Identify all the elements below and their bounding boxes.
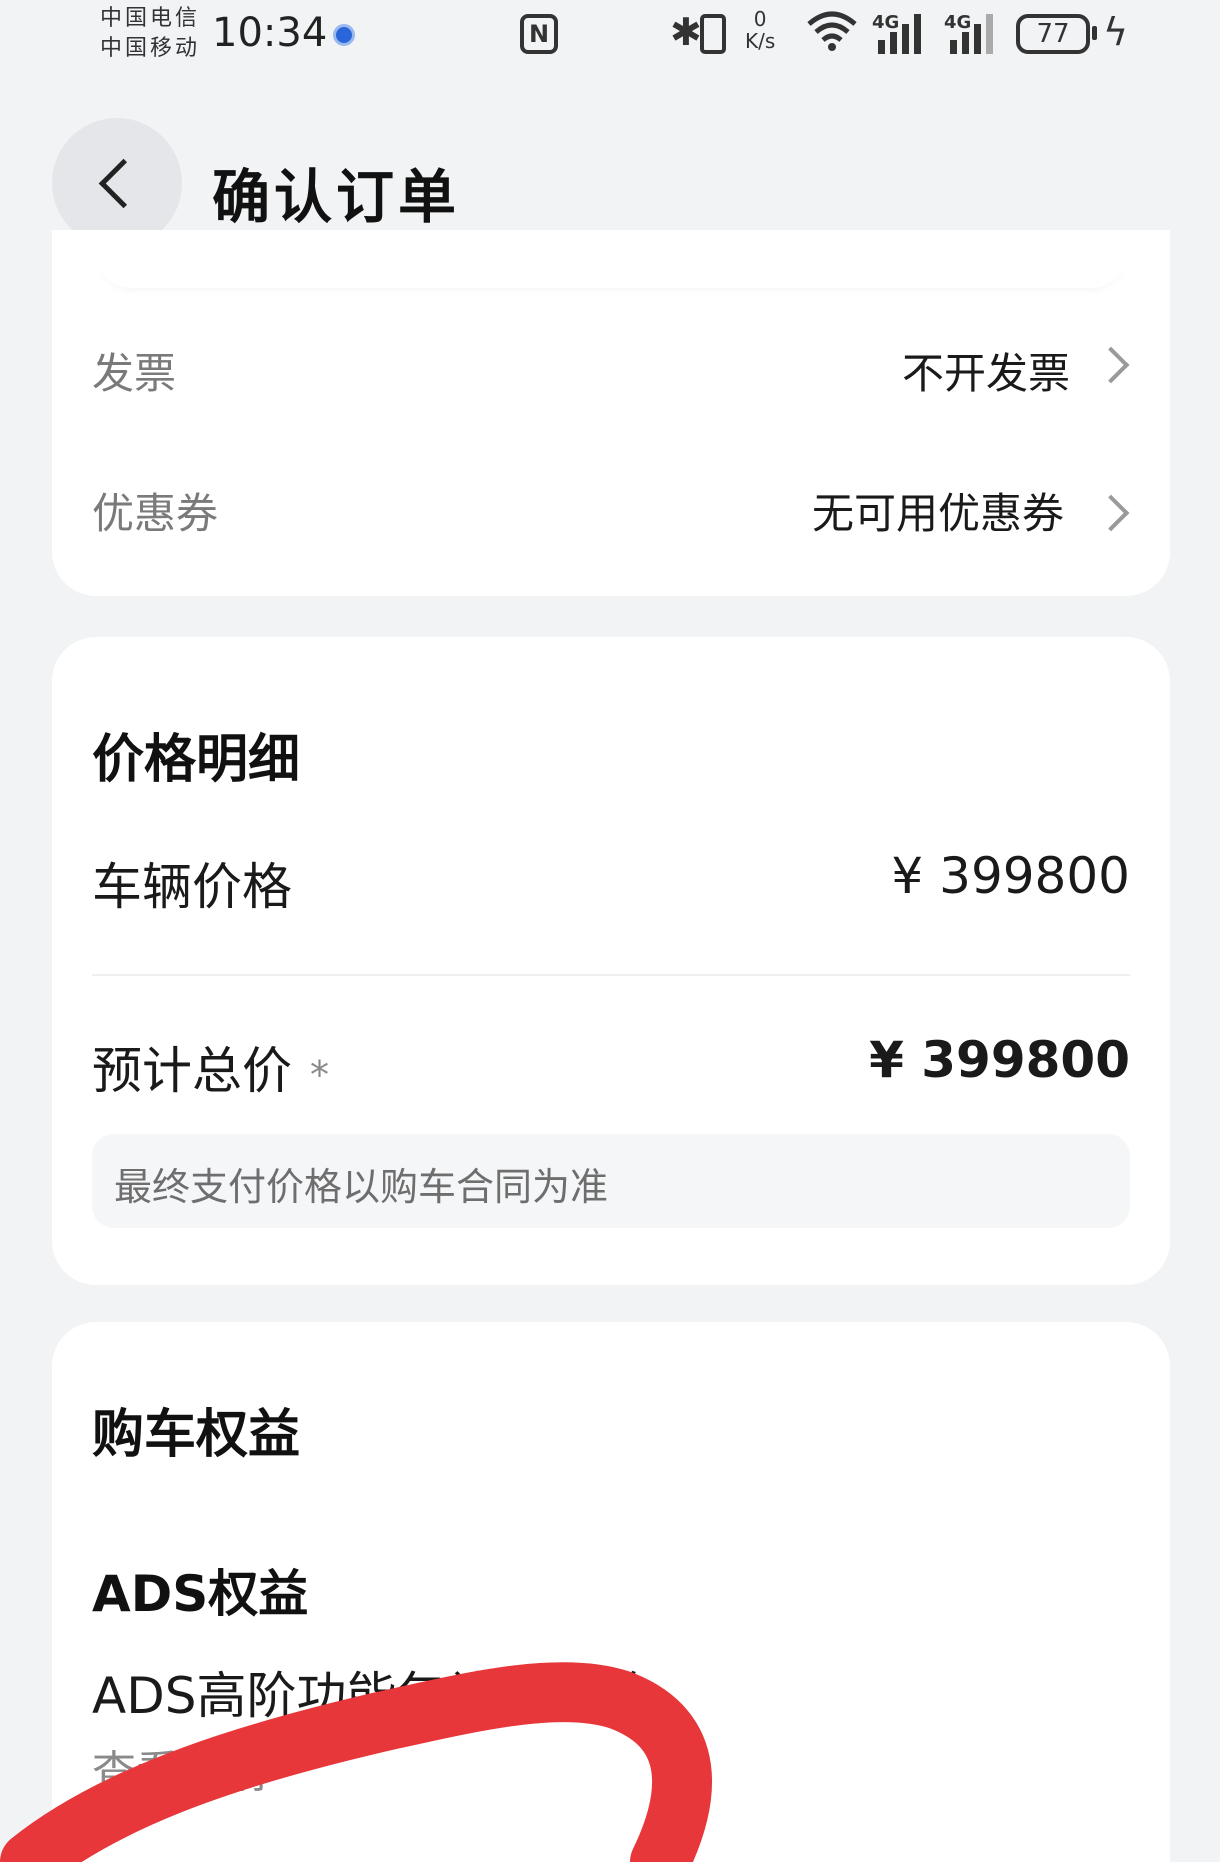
chevron-right-icon bbox=[1092, 494, 1130, 532]
vehicle-price-row: 车辆价格 ¥ 399800 bbox=[92, 837, 1130, 917]
total-price-row: 预计总价 * ¥ 399800 bbox=[92, 1021, 1130, 1101]
view-details-link[interactable]: 查看详情 bbox=[92, 1736, 268, 1800]
total-price-label: 预计总价 bbox=[92, 1042, 292, 1100]
total-asterisk[interactable]: * bbox=[310, 1053, 329, 1097]
carrier-1: 中国电信 bbox=[100, 6, 201, 31]
price-note: 最终支付价格以购车合同为准 bbox=[114, 1165, 609, 1209]
bluetooth-icon: ✱ bbox=[670, 10, 702, 54]
net-speed-value: 0 bbox=[753, 7, 767, 31]
ads-benefits-title: ADS权益 bbox=[92, 1565, 309, 1623]
signal-2-label: 4G bbox=[944, 12, 972, 33]
net-speed: 0 K/s bbox=[745, 8, 775, 52]
battery-level: 77 bbox=[1036, 19, 1070, 49]
chevron-right-icon bbox=[1092, 346, 1130, 384]
purchase-benefits-card: 购车权益 ADS权益 ADS高阶功能包补贴权益 查看详情 bbox=[52, 1322, 1170, 1862]
wifi-icon bbox=[805, 8, 859, 63]
ads-benefit-name: ADS高阶功能包补贴权益 bbox=[92, 1667, 647, 1725]
clock: 10:34 bbox=[212, 10, 328, 56]
signal-icon-1: 4G bbox=[872, 12, 932, 54]
carrier-2: 中国移动 bbox=[100, 36, 201, 61]
charging-icon: ϟ bbox=[1103, 10, 1129, 54]
vehicle-price-value: ¥ 399800 bbox=[891, 847, 1130, 905]
wifi-icon-graphic bbox=[807, 11, 857, 51]
signal-icon-2: 4G bbox=[944, 12, 1004, 54]
carrier-names: 中国电信 中国移动 bbox=[100, 4, 200, 64]
price-note-box: 最终支付价格以购车合同为准 bbox=[92, 1134, 1130, 1228]
coupon-label: 优惠券 bbox=[92, 489, 219, 538]
battery-tip bbox=[1092, 26, 1097, 40]
invoice-coupon-card: 发票 不开发票 优惠券 无可用优惠券 bbox=[52, 230, 1170, 596]
page-title: 确认订单 bbox=[212, 163, 461, 231]
invoice-row[interactable]: 发票 不开发票 bbox=[92, 326, 1130, 406]
coupon-value: 无可用优惠券 bbox=[811, 489, 1064, 538]
invoice-label: 发票 bbox=[92, 349, 177, 398]
coupon-row[interactable]: 优惠券 无可用优惠券 bbox=[92, 466, 1130, 546]
vibrate-icon bbox=[700, 14, 726, 54]
price-detail-title: 价格明细 bbox=[92, 730, 301, 790]
back-button[interactable] bbox=[52, 118, 182, 248]
signal-1-label: 4G bbox=[872, 12, 900, 33]
vehicle-price-label: 车辆价格 bbox=[92, 858, 292, 916]
invoice-value: 不开发票 bbox=[901, 349, 1070, 398]
confirm-order-page: 中国电信 中国移动 10:34 N ✱ 0 K/s 4G 4G 77 ϟ 确认订… bbox=[0, 0, 1220, 1862]
status-bar: 中国电信 中国移动 10:34 N ✱ 0 K/s 4G 4G 77 ϟ bbox=[0, 0, 1220, 70]
total-price-value: ¥ 399800 bbox=[869, 1031, 1130, 1089]
benefits-title: 购车权益 bbox=[92, 1405, 301, 1465]
nfc-icon: N bbox=[520, 14, 558, 54]
location-icon bbox=[333, 24, 355, 46]
net-speed-unit: K/s bbox=[745, 29, 776, 53]
total-price-label-wrap: 预计总价 * bbox=[92, 1031, 329, 1103]
price-detail-card: 价格明细 车辆价格 ¥ 399800 预计总价 * ¥ 399800 最终支付价格… bbox=[52, 637, 1170, 1285]
battery-icon: 77 bbox=[1016, 14, 1090, 54]
divider bbox=[92, 974, 1130, 976]
